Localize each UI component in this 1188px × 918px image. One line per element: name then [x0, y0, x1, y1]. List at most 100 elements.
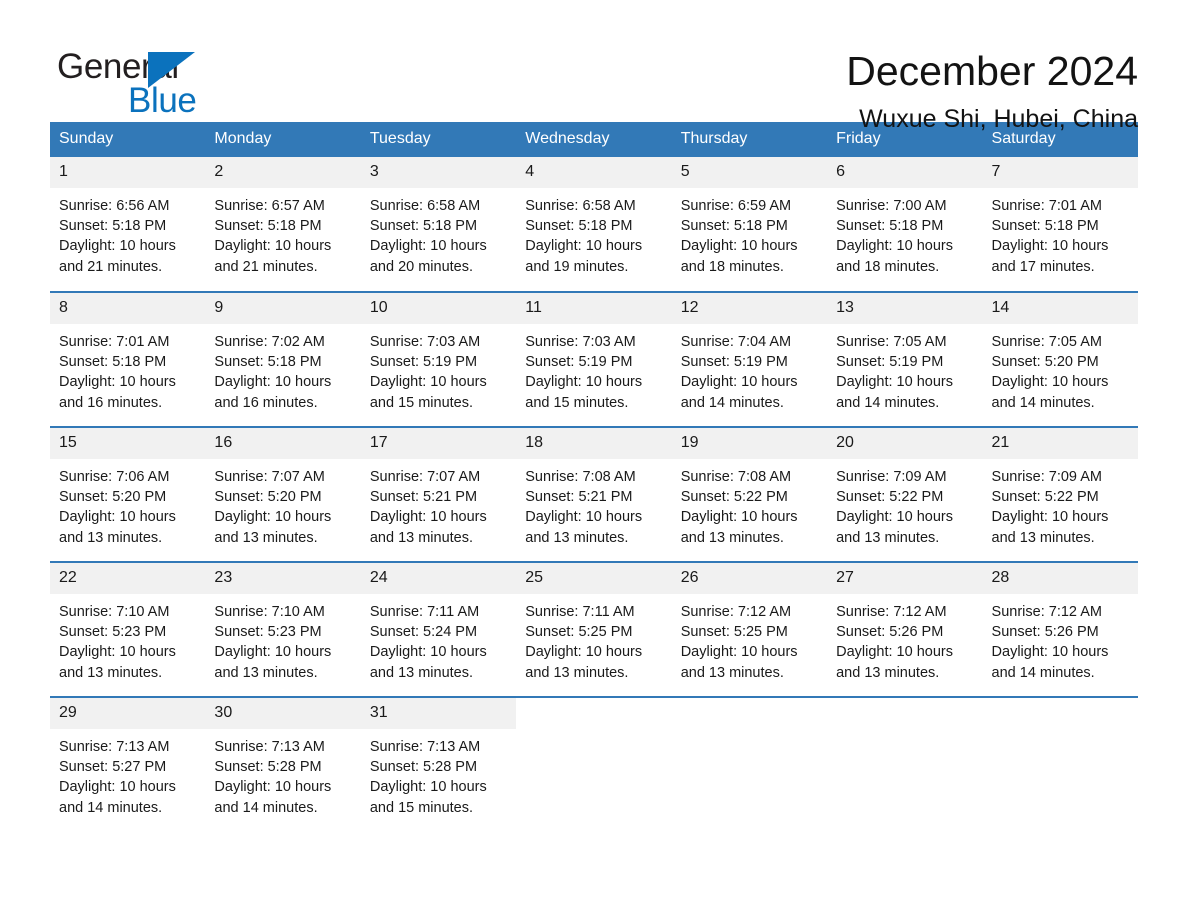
daylight-text-line1: Daylight: 10 hours: [680, 238, 798, 255]
day-cell[interactable]: 30 Sunrise: 7:13 AM Sunset: 5:28 PM Dayl…: [205, 696, 361, 832]
day-number: 6: [827, 157, 983, 188]
daylight-text-line2: and 13 minutes.: [214, 664, 318, 681]
calendar-body: 1 Sunrise: 6:56 AM Sunset: 5:18 PM Dayli…: [50, 157, 1138, 832]
page-title: December 2024: [846, 48, 1138, 94]
sunrise-text: Sunrise: 7:06 AM: [59, 469, 170, 485]
sunset-text: Sunset: 5:28 PM: [369, 759, 478, 776]
day-details: Sunrise: 6:58 AM Sunset: 5:18 PM Dayligh…: [516, 188, 671, 277]
calendar-week-row: 15 Sunrise: 7:06 AM Sunset: 5:20 PM Dayl…: [50, 426, 1138, 562]
day-details: Sunrise: 7:07 AM Sunset: 5:21 PM Dayligh…: [361, 459, 516, 548]
sunrise-text: Sunrise: 7:03 AM: [525, 334, 636, 350]
sunrise-text: Sunrise: 7:10 AM: [59, 604, 170, 620]
day-details: Sunrise: 7:12 AM Sunset: 5:26 PM Dayligh…: [827, 594, 982, 683]
sunrise-text: Sunrise: 6:56 AM: [59, 198, 170, 214]
day-number: 5: [671, 157, 828, 188]
day-number: 10: [360, 293, 517, 324]
day-cell[interactable]: 5 Sunrise: 6:59 AM Sunset: 5:18 PM Dayli…: [671, 157, 828, 292]
day-cell[interactable]: 26 Sunrise: 7:12 AM Sunset: 5:25 PM Dayl…: [671, 561, 828, 697]
daylight-text-line2: and 13 minutes.: [525, 664, 629, 681]
day-cell[interactable]: 18 Sunrise: 7:08 AM Sunset: 5:21 PM Dayl…: [516, 426, 672, 562]
day-details: Sunrise: 6:58 AM Sunset: 5:18 PM Dayligh…: [361, 188, 516, 277]
sunrise-text: Sunrise: 7:01 AM: [59, 334, 170, 350]
day-number: 12: [671, 293, 828, 324]
day-cell[interactable]: 10 Sunrise: 7:03 AM Sunset: 5:19 PM Dayl…: [360, 291, 517, 427]
day-cell[interactable]: 22 Sunrise: 7:10 AM Sunset: 5:23 PM Dayl…: [50, 561, 206, 697]
day-details: Sunrise: 7:08 AM Sunset: 5:22 PM Dayligh…: [672, 459, 827, 548]
day-cell[interactable]: 14 Sunrise: 7:05 AM Sunset: 5:20 PM Dayl…: [982, 291, 1138, 427]
day-details: Sunrise: 6:56 AM Sunset: 5:18 PM Dayligh…: [50, 188, 205, 277]
day-number: 27: [827, 563, 983, 594]
day-number: 8: [50, 293, 206, 324]
sunset-text: Sunset: 5:19 PM: [680, 354, 788, 371]
sunrise-text: Sunrise: 7:01 AM: [991, 198, 1102, 214]
daylight-text-line2: and 13 minutes.: [836, 664, 940, 681]
daylight-text-line1: Daylight: 10 hours: [369, 644, 487, 661]
day-cell[interactable]: 6 Sunrise: 7:00 AM Sunset: 5:18 PM Dayli…: [827, 157, 983, 292]
day-number: 19: [671, 428, 828, 459]
generalblue-logo[interactable]: General Blue: [50, 44, 250, 122]
day-number: 18: [516, 428, 672, 459]
sunset-text: Sunset: 5:25 PM: [680, 624, 788, 641]
day-cell[interactable]: 29 Sunrise: 7:13 AM Sunset: 5:27 PM Dayl…: [50, 696, 206, 832]
sunrise-text: Sunrise: 6:57 AM: [214, 198, 325, 214]
day-cell[interactable]: 3 Sunrise: 6:58 AM Sunset: 5:18 PM Dayli…: [360, 157, 517, 292]
day-cell[interactable]: 1 Sunrise: 6:56 AM Sunset: 5:18 PM Dayli…: [50, 157, 206, 292]
sunrise-text: Sunrise: 7:04 AM: [680, 334, 792, 350]
day-cell[interactable]: 28 Sunrise: 7:12 AM Sunset: 5:26 PM Dayl…: [982, 561, 1138, 697]
day-details: Sunrise: 7:01 AM Sunset: 5:18 PM Dayligh…: [50, 324, 205, 413]
day-cell-empty: [671, 696, 828, 832]
day-cell[interactable]: 12 Sunrise: 7:04 AM Sunset: 5:19 PM Dayl…: [671, 291, 828, 427]
calendar-page: General Blue December 2024 Wuxue Shi, Hu…: [0, 0, 1188, 918]
day-details: Sunrise: 7:12 AM Sunset: 5:26 PM Dayligh…: [983, 594, 1138, 683]
day-cell[interactable]: 4 Sunrise: 6:58 AM Sunset: 5:18 PM Dayli…: [516, 157, 672, 292]
day-cell[interactable]: 13 Sunrise: 7:05 AM Sunset: 5:19 PM Dayl…: [827, 291, 983, 427]
day-cell[interactable]: 2 Sunrise: 6:57 AM Sunset: 5:18 PM Dayli…: [205, 157, 361, 292]
daylight-text-line2: and 18 minutes.: [680, 258, 784, 275]
sunset-text: Sunset: 5:18 PM: [59, 354, 167, 371]
daylight-text-line2: and 13 minutes.: [836, 529, 940, 546]
daylight-text-line1: Daylight: 10 hours: [680, 644, 798, 661]
day-number: 31: [360, 698, 517, 729]
daylight-text-line1: Daylight: 10 hours: [59, 779, 176, 796]
sunset-text: Sunset: 5:22 PM: [680, 489, 788, 506]
daylight-text-line2: and 16 minutes.: [214, 394, 318, 411]
sunrise-sunset-calendar: Sunday Monday Tuesday Wednesday Thursday…: [50, 122, 1138, 832]
sunrise-text: Sunrise: 7:02 AM: [214, 334, 325, 350]
day-cell[interactable]: 21 Sunrise: 7:09 AM Sunset: 5:22 PM Dayl…: [982, 426, 1138, 562]
daylight-text-line1: Daylight: 10 hours: [59, 509, 176, 526]
day-cell[interactable]: 15 Sunrise: 7:06 AM Sunset: 5:20 PM Dayl…: [50, 426, 206, 562]
day-number: 20: [827, 428, 983, 459]
day-cell[interactable]: 17 Sunrise: 7:07 AM Sunset: 5:21 PM Dayl…: [360, 426, 517, 562]
day-cell[interactable]: 23 Sunrise: 7:10 AM Sunset: 5:23 PM Dayl…: [205, 561, 361, 697]
daylight-text-line2: and 21 minutes.: [214, 258, 318, 275]
sunset-text: Sunset: 5:22 PM: [991, 489, 1099, 506]
day-cell[interactable]: 7 Sunrise: 7:01 AM Sunset: 5:18 PM Dayli…: [982, 157, 1138, 292]
daylight-text-line1: Daylight: 10 hours: [59, 644, 176, 661]
day-cell-empty: [516, 696, 672, 832]
daylight-text-line1: Daylight: 10 hours: [525, 238, 643, 255]
sunrise-text: Sunrise: 7:12 AM: [991, 604, 1102, 620]
day-details: Sunrise: 6:57 AM Sunset: 5:18 PM Dayligh…: [205, 188, 360, 277]
sunset-text: Sunset: 5:18 PM: [214, 218, 322, 235]
day-cell[interactable]: 27 Sunrise: 7:12 AM Sunset: 5:26 PM Dayl…: [827, 561, 983, 697]
daylight-text-line2: and 14 minutes.: [836, 394, 940, 411]
day-number: 11: [516, 293, 672, 324]
day-cell[interactable]: 9 Sunrise: 7:02 AM Sunset: 5:18 PM Dayli…: [205, 291, 361, 427]
daylight-text-line1: Daylight: 10 hours: [836, 644, 953, 661]
day-cell[interactable]: 11 Sunrise: 7:03 AM Sunset: 5:19 PM Dayl…: [516, 291, 672, 427]
sunrise-text: Sunrise: 7:03 AM: [369, 334, 481, 350]
day-number: 25: [516, 563, 672, 594]
sunset-text: Sunset: 5:18 PM: [59, 218, 167, 235]
day-cell[interactable]: 20 Sunrise: 7:09 AM Sunset: 5:22 PM Dayl…: [827, 426, 983, 562]
day-cell[interactable]: 19 Sunrise: 7:08 AM Sunset: 5:22 PM Dayl…: [671, 426, 828, 562]
day-details: Sunrise: 7:10 AM Sunset: 5:23 PM Dayligh…: [50, 594, 205, 683]
daylight-text-line2: and 14 minutes.: [214, 799, 318, 816]
day-cell[interactable]: 16 Sunrise: 7:07 AM Sunset: 5:20 PM Dayl…: [205, 426, 361, 562]
daylight-text-line2: and 15 minutes.: [369, 799, 474, 816]
day-cell[interactable]: 8 Sunrise: 7:01 AM Sunset: 5:18 PM Dayli…: [50, 291, 206, 427]
day-cell[interactable]: 24 Sunrise: 7:11 AM Sunset: 5:24 PM Dayl…: [360, 561, 517, 697]
day-cell[interactable]: 31 Sunrise: 7:13 AM Sunset: 5:28 PM Dayl…: [360, 696, 517, 832]
daylight-text-line1: Daylight: 10 hours: [369, 509, 487, 526]
day-number: 16: [205, 428, 361, 459]
day-cell[interactable]: 25 Sunrise: 7:11 AM Sunset: 5:25 PM Dayl…: [516, 561, 672, 697]
